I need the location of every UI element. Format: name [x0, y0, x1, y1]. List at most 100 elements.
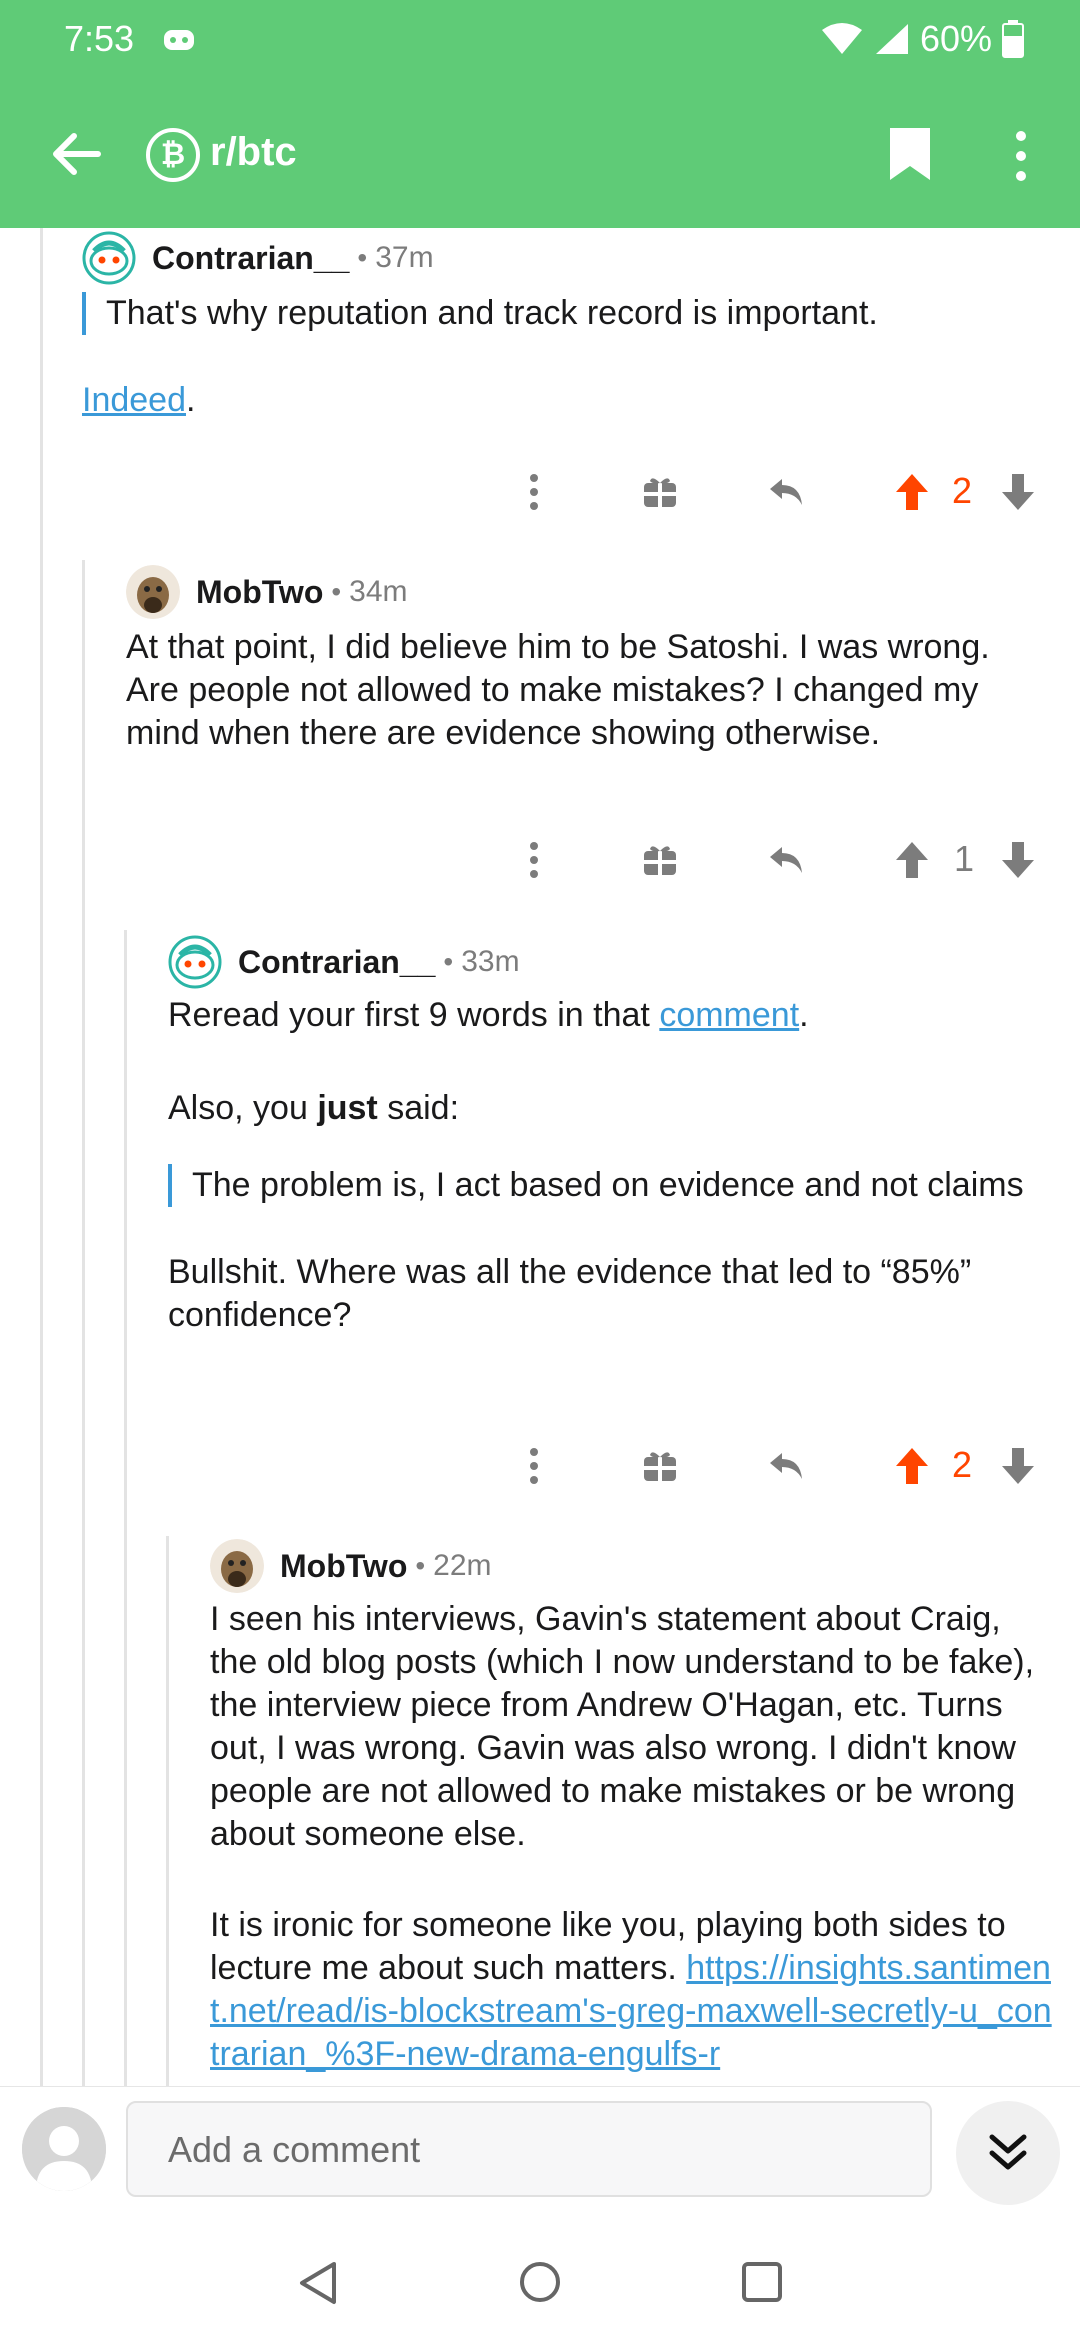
status-time: 7:53: [64, 18, 135, 59]
comment-body: That's why reputation and track record i…: [82, 292, 1042, 422]
comment: MobTwo • 34m At that point, I did believ…: [126, 564, 1046, 805]
cell-signal-icon: [875, 24, 908, 54]
add-comment-input[interactable]: Add a comment: [126, 2101, 932, 2197]
comment-paragraph: Indeed.: [82, 379, 1042, 422]
downvote-button[interactable]: [992, 1440, 1044, 1492]
comment-header: MobTwo • 22m: [210, 1538, 1055, 1594]
comment-header: MobTwo • 34m: [126, 564, 1046, 620]
gift-icon: [644, 1452, 676, 1481]
upvote-button[interactable]: [886, 834, 938, 886]
comment-actions: 2: [0, 1440, 1080, 1500]
comment-more-button[interactable]: [508, 1440, 560, 1492]
more-vert-icon: [530, 1448, 538, 1484]
reply-button[interactable]: [760, 1440, 812, 1492]
reply-icon: [770, 847, 802, 873]
comment-body: I seen his interviews, Gavin's statement…: [210, 1598, 1055, 2076]
comment-body: Reread your first 9 words in that commen…: [168, 994, 1048, 1337]
paragraph-text: said:: [377, 1089, 460, 1127]
subreddit-name[interactable]: r/btc: [210, 130, 297, 175]
comment-score: 2: [952, 1444, 973, 1485]
thread-rail-2[interactable]: [82, 560, 85, 2088]
next-comment-button[interactable]: [956, 2101, 1060, 2205]
comment-paragraph: Bullshit. Where was all the evidence tha…: [168, 1253, 972, 1334]
comment-age: 22m: [433, 1549, 492, 1582]
comment: Contrarian__ • 33m Reread your first 9 w…: [168, 934, 1048, 1387]
award-button[interactable]: [634, 1440, 686, 1492]
comment-header: Contrarian__ • 37m: [82, 230, 1042, 286]
comment-paragraph: Reread your first 9 words in that commen…: [168, 994, 1048, 1037]
paragraph-text: Also, you: [168, 1089, 318, 1127]
downvote-button[interactable]: [992, 466, 1044, 518]
upvote-button[interactable]: [886, 466, 938, 518]
back-arrow-icon[interactable]: [44, 122, 108, 186]
paragraph-punct: .: [186, 381, 196, 419]
comment-score: 2: [952, 470, 973, 511]
comment-actions: 2: [0, 466, 1080, 526]
comment-paragraph: It is ironic for someone like you, playi…: [210, 1904, 1055, 2076]
comment-author[interactable]: MobTwo: [280, 1548, 407, 1585]
subreddit-icon[interactable]: ₿: [146, 128, 200, 182]
more-vert-icon[interactable]: [1006, 128, 1036, 184]
paragraph-text: Reread your first 9 words in that: [168, 996, 660, 1034]
comment-compose-bar: Add a comment: [0, 2086, 1080, 2226]
nav-back-icon[interactable]: [296, 2260, 342, 2306]
avatar[interactable]: [126, 565, 180, 619]
battery-icon: [1002, 20, 1024, 58]
status-right: 60%: [820, 18, 1024, 60]
quote-text: That's why reputation and track record i…: [106, 294, 878, 332]
reply-icon: [770, 479, 802, 505]
comment-header: Contrarian__ • 33m: [168, 934, 1048, 990]
thread-rail-3[interactable]: [124, 930, 127, 2088]
comment-score: 1: [954, 838, 975, 879]
bold-text: just: [317, 1089, 378, 1127]
system-nav-bar: [0, 2226, 1080, 2340]
gift-icon: [644, 478, 676, 507]
comment-link[interactable]: Indeed: [82, 381, 186, 419]
blockquote: The problem is, I act based on evidence …: [168, 1164, 1048, 1207]
award-button[interactable]: [634, 834, 686, 886]
blockquote: That's why reputation and track record i…: [82, 292, 1042, 335]
comment-age: 37m: [375, 241, 434, 274]
comment-author[interactable]: Contrarian__: [152, 240, 349, 277]
user-avatar[interactable]: [22, 2107, 106, 2191]
more-vert-icon: [530, 474, 538, 510]
bookmark-icon[interactable]: [888, 126, 932, 182]
avatar[interactable]: [168, 935, 222, 989]
reply-button[interactable]: [760, 466, 812, 518]
status-bar: 7:53 60%: [0, 0, 1080, 80]
comment-thread: Contrarian__ • 37m That's why reputation…: [0, 228, 1080, 2088]
downvote-arrow-icon: [1002, 1448, 1034, 1484]
comment-paragraph: Also, you just said:: [168, 1087, 1048, 1130]
separator-dot: •: [331, 576, 342, 607]
comment-link[interactable]: comment: [659, 996, 799, 1034]
game-controller-icon: [164, 30, 194, 50]
separator-dot: •: [357, 242, 368, 273]
comment-age: 34m: [349, 575, 408, 608]
comment-author[interactable]: Contrarian__: [238, 944, 435, 981]
comment-body: At that point, I did believe him to be S…: [126, 626, 1046, 755]
upvote-arrow-icon: [896, 1448, 928, 1484]
gift-icon: [644, 846, 676, 875]
upvote-button[interactable]: [886, 1440, 938, 1492]
reply-button[interactable]: [760, 834, 812, 886]
battery-percent: 60%: [919, 18, 992, 59]
comment-author[interactable]: MobTwo: [196, 574, 323, 611]
thread-rail-4[interactable]: [166, 1536, 169, 2088]
upvote-arrow-icon: [896, 842, 928, 878]
comment: Contrarian__ • 37m That's why reputation…: [82, 230, 1042, 422]
comment-more-button[interactable]: [508, 834, 560, 886]
comment-actions: 1: [0, 834, 1080, 894]
avatar[interactable]: [210, 1539, 264, 1593]
award-button[interactable]: [634, 466, 686, 518]
avatar[interactable]: [82, 231, 136, 285]
downvote-button[interactable]: [992, 834, 1044, 886]
comment-more-button[interactable]: [508, 466, 560, 518]
quote-text: The problem is, I act based on evidence …: [192, 1166, 1024, 1204]
paragraph-punct: .: [799, 996, 809, 1034]
separator-dot: •: [415, 1550, 426, 1581]
comment-paragraph: At that point, I did believe him to be S…: [126, 628, 990, 752]
nav-recents-icon[interactable]: [740, 2260, 784, 2304]
separator-dot: •: [443, 946, 454, 977]
comment: MobTwo • 22m I seen his interviews, Gavi…: [210, 1538, 1055, 2088]
nav-home-icon[interactable]: [518, 2260, 562, 2304]
